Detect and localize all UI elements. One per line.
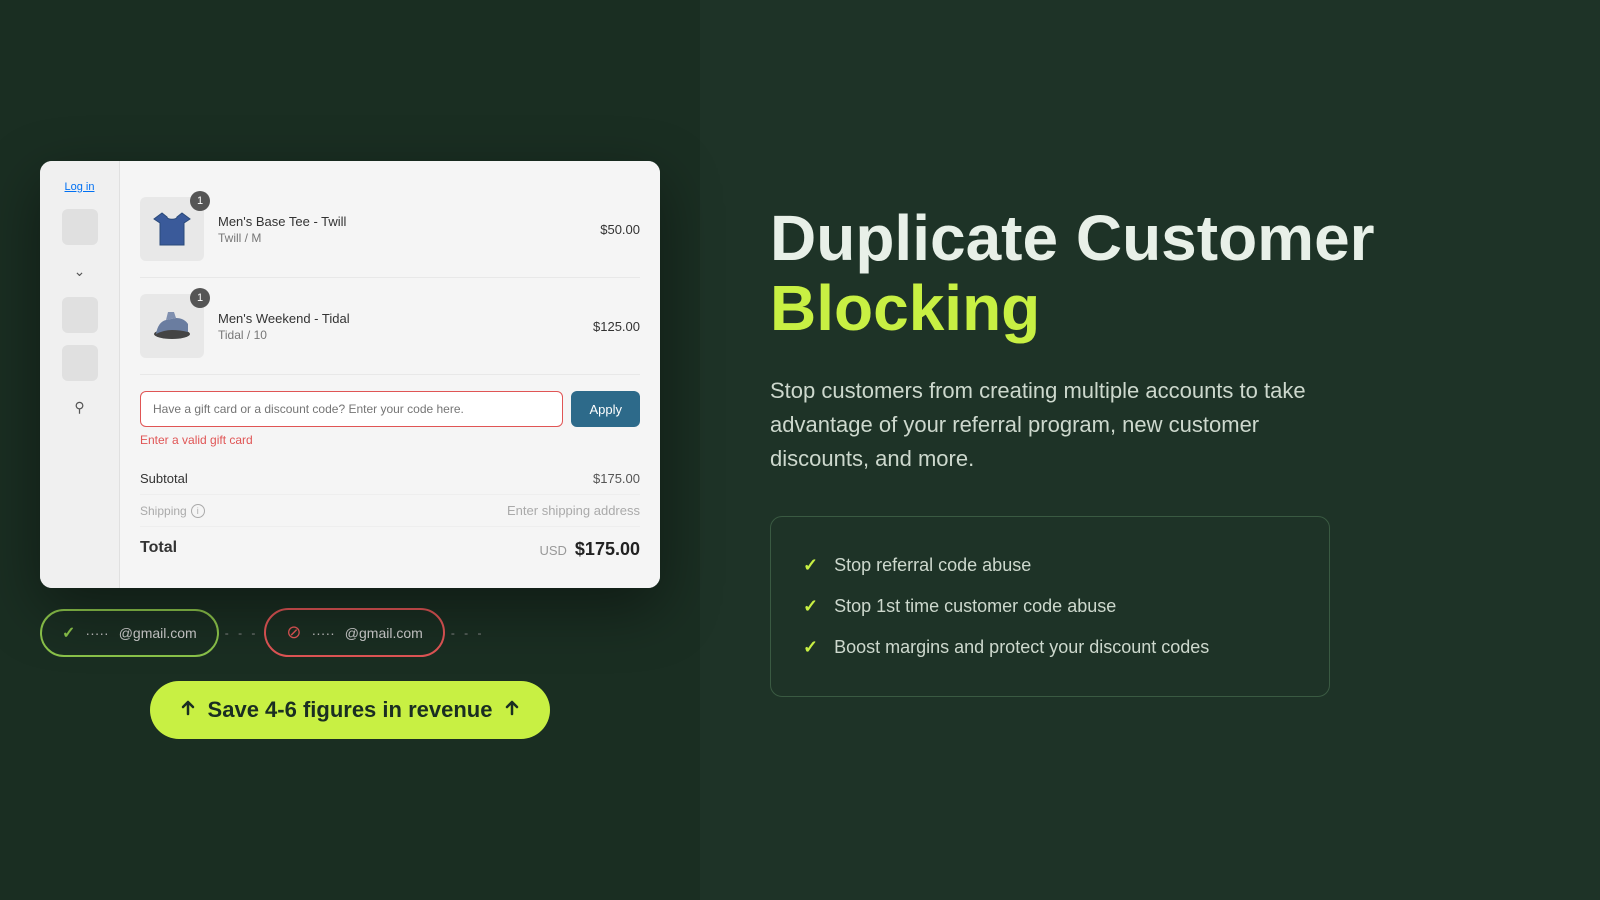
totals-section: Subtotal $175.00 Shipping i Enter shippi… xyxy=(140,463,640,568)
connector-line: - - - xyxy=(225,626,259,640)
item-details-2: Men's Weekend - Tidal Tidal / 10 xyxy=(218,311,579,342)
invalid-email-text: ····· xyxy=(311,625,334,641)
item-price-2: $125.00 xyxy=(593,319,640,334)
invalid-email-domain: @gmail.com xyxy=(345,625,423,641)
total-value: $175.00 xyxy=(575,539,640,560)
valid-email-text: ····· xyxy=(85,625,108,641)
gift-card-row: PD_YT_LT_80921 Apply xyxy=(140,391,640,427)
sidebar-search-icon[interactable]: ⚲ xyxy=(66,393,94,421)
gift-card-error: Enter a valid gift card xyxy=(140,433,640,447)
item-name-1: Men's Base Tee - Twill xyxy=(218,214,586,229)
features-box: ✓ Stop referral code abuse ✓ Stop 1st ti… xyxy=(770,516,1330,697)
shipping-value: Enter shipping address xyxy=(507,503,640,518)
email-valid-pill: ✓ ····· @gmail.com xyxy=(40,609,219,657)
browser-mockup: Log in ⌄ ⚲ 1 xyxy=(40,161,660,588)
feature-label-1: Stop referral code abuse xyxy=(834,555,1031,576)
connector-line-2: - - - xyxy=(451,626,485,640)
total-label: Total xyxy=(140,539,177,560)
item-badge-1: 1 xyxy=(190,191,210,211)
headline-line2: Blocking xyxy=(770,273,1530,343)
revenue-button-label: Save 4-6 figures in revenue xyxy=(208,697,493,723)
cart-content: 1 Men's Base Tee - Twill Twill / M $50.0… xyxy=(120,161,660,588)
right-panel: Duplicate Customer Blocking Stop custome… xyxy=(700,0,1600,900)
login-link[interactable]: Log in xyxy=(61,177,99,197)
item-image-wrap-2: 1 xyxy=(140,294,204,358)
sidebar-chevron-icon[interactable]: ⌄ xyxy=(66,257,94,285)
check-icon-2: ✓ xyxy=(803,596,818,617)
shipping-info: Shipping i xyxy=(140,503,205,518)
headline: Duplicate Customer Blocking xyxy=(770,203,1530,344)
email-indicators: ✓ ····· @gmail.com - - - ⊘ ····· @gmail.… xyxy=(40,608,660,657)
headline-line1: Duplicate Customer xyxy=(770,203,1530,273)
tshirt-icon xyxy=(148,205,196,253)
description-text: Stop customers from creating multiple ac… xyxy=(770,374,1330,476)
email-connector: - - - xyxy=(219,626,265,640)
shipping-row: Shipping i Enter shipping address xyxy=(140,495,640,527)
subtotal-value: $175.00 xyxy=(593,471,640,486)
item-variant-2: Tidal / 10 xyxy=(218,328,579,342)
total-row: Total USD $175.00 xyxy=(140,527,640,568)
email-connector-2: - - - xyxy=(445,626,491,640)
feature-item-3: ✓ Boost margins and protect your discoun… xyxy=(803,627,1297,668)
gift-card-input[interactable]: PD_YT_LT_80921 xyxy=(140,391,563,427)
item-variant-1: Twill / M xyxy=(218,231,586,245)
left-panel: Log in ⌄ ⚲ 1 xyxy=(0,0,700,900)
item-details-1: Men's Base Tee - Twill Twill / M xyxy=(218,214,586,245)
check-icon: ✓ xyxy=(62,623,75,643)
feature-label-2: Stop 1st time customer code abuse xyxy=(834,596,1116,617)
arrow-up-icon-left xyxy=(178,700,198,720)
feature-label-3: Boost margins and protect your discount … xyxy=(834,637,1209,658)
subtotal-label: Subtotal xyxy=(140,471,188,486)
total-value-group: USD $175.00 xyxy=(539,539,640,560)
ban-icon: ⊘ xyxy=(286,622,301,643)
sidebar-block-1 xyxy=(62,297,98,333)
feature-item-1: ✓ Stop referral code abuse xyxy=(803,545,1297,586)
info-icon: i xyxy=(191,504,205,518)
check-icon-3: ✓ xyxy=(803,637,818,658)
subtotal-row: Subtotal $175.00 xyxy=(140,463,640,495)
gift-card-section: PD_YT_LT_80921 Apply Enter a valid gift … xyxy=(140,391,640,447)
shoe-icon xyxy=(148,302,196,350)
shipping-label: Shipping xyxy=(140,504,187,518)
item-badge-2: 1 xyxy=(190,288,210,308)
item-price-1: $50.00 xyxy=(600,222,640,237)
item-image-wrap-1: 1 xyxy=(140,197,204,261)
cart-item-tshirt: 1 Men's Base Tee - Twill Twill / M $50.0… xyxy=(140,181,640,278)
app-sidebar: Log in ⌄ ⚲ xyxy=(40,161,120,588)
check-icon-1: ✓ xyxy=(803,555,818,576)
cart-item-shoe: 1 Men's Weekend - Tidal Tidal / 10 $125.… xyxy=(140,278,640,375)
item-name-2: Men's Weekend - Tidal xyxy=(218,311,579,326)
email-invalid-pill: ⊘ ····· @gmail.com xyxy=(264,608,444,657)
revenue-button[interactable]: Save 4-6 figures in revenue xyxy=(150,681,551,739)
sidebar-block-2 xyxy=(62,345,98,381)
sidebar-avatar xyxy=(62,209,98,245)
apply-button[interactable]: Apply xyxy=(571,391,640,427)
arrow-up-icon-right xyxy=(502,700,522,720)
valid-email-domain: @gmail.com xyxy=(119,625,197,641)
feature-item-2: ✓ Stop 1st time customer code abuse xyxy=(803,586,1297,627)
currency-label: USD xyxy=(539,543,566,558)
